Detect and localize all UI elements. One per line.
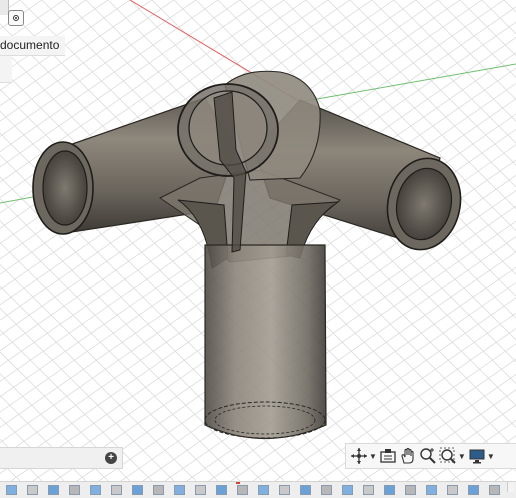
plus-icon[interactable]: + — [105, 452, 117, 464]
document-label: documento — [0, 38, 60, 52]
comments-panel[interactable]: + — [0, 447, 123, 469]
navigation-bar: ▼ ▼ ▼ — [345, 443, 516, 469]
display-settings-icon[interactable]: ▼ — [468, 446, 495, 466]
timeline-feature-icon[interactable] — [27, 485, 38, 495]
zoom-icon[interactable] — [419, 446, 437, 466]
timeline-bar — [0, 481, 516, 498]
timeline-feature-icon[interactable] — [69, 485, 80, 495]
timeline-feature-icon[interactable] — [153, 485, 164, 495]
timeline-feature-icon[interactable] — [111, 485, 122, 495]
pan-icon[interactable] — [399, 446, 417, 466]
timeline-feature-icon[interactable] — [384, 485, 395, 495]
timeline-feature-icon[interactable] — [489, 485, 500, 495]
timeline-feature-icon[interactable] — [237, 485, 248, 495]
timeline-feature-icon[interactable] — [195, 485, 206, 495]
timeline-feature-icon[interactable] — [216, 485, 227, 495]
timeline-feature-icon[interactable] — [300, 485, 311, 495]
timeline-feature-icon[interactable] — [342, 485, 353, 495]
chevron-down-icon[interactable]: ▼ — [369, 452, 377, 461]
timeline-feature-icon[interactable] — [468, 485, 479, 495]
timeline-feature-icon[interactable] — [258, 485, 269, 495]
look-at-icon[interactable] — [379, 446, 397, 466]
timeline-feature-icon[interactable] — [405, 485, 416, 495]
tee-connector-model[interactable] — [32, 70, 469, 440]
timeline-feature-icon[interactable] — [363, 485, 374, 495]
timeline-marker-red — [236, 482, 240, 484]
chevron-down-icon[interactable]: ▼ — [487, 452, 495, 461]
timeline-feature-icon[interactable] — [132, 485, 143, 495]
timeline-feature-icon[interactable] — [426, 485, 437, 495]
orbit-icon[interactable]: ▼ — [350, 446, 377, 466]
chevron-down-icon[interactable]: ▼ — [458, 452, 466, 461]
timeline-feature-icon[interactable] — [6, 485, 17, 495]
3d-viewport[interactable] — [0, 0, 516, 497]
timeline-feature-icon[interactable] — [174, 485, 185, 495]
timeline-feature-icon[interactable] — [447, 485, 458, 495]
timeline-feature-icon[interactable] — [90, 485, 101, 495]
timeline-feature-icon[interactable] — [48, 485, 59, 495]
vertical-tube — [204, 244, 327, 440]
timeline-settings-icon[interactable] — [507, 482, 515, 492]
browser-subrow — [0, 56, 12, 83]
browser-document-row[interactable]: documento — [0, 36, 66, 56]
left-tube-bore — [42, 150, 88, 226]
timeline-feature-icon[interactable] — [321, 485, 332, 495]
radio-icon[interactable] — [8, 10, 24, 26]
fit-icon[interactable]: ▼ — [439, 446, 466, 466]
timeline-feature-icon[interactable] — [279, 485, 290, 495]
radio-dot — [15, 17, 17, 19]
